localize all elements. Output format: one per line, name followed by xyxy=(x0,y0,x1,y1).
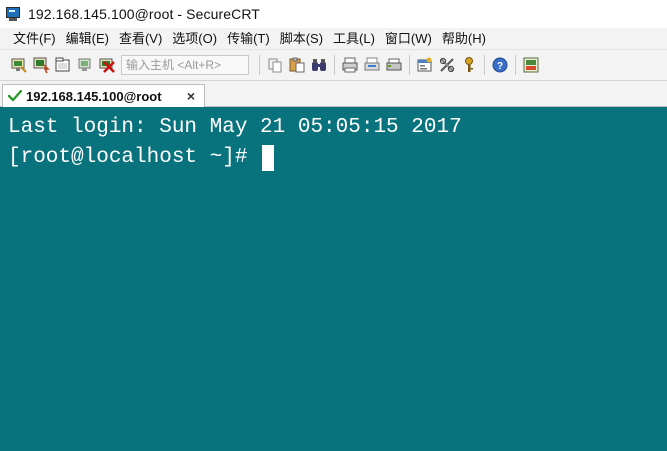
securecrt-app-icon[interactable] xyxy=(6,7,22,21)
quick-connect-icon[interactable] xyxy=(31,55,51,75)
connected-check-icon xyxy=(8,90,22,102)
copy-icon[interactable] xyxy=(265,55,285,75)
print-setup-icon[interactable] xyxy=(384,55,404,75)
toolbar: ? xyxy=(0,50,667,81)
title-bar[interactable]: 192.168.145.100@root - SecureCRT xyxy=(0,0,667,28)
print-selection-icon[interactable] xyxy=(362,55,382,75)
toolbar-separator xyxy=(515,55,516,75)
menu-tools[interactable]: 工具(L) xyxy=(328,28,380,50)
session-tab-strip: 192.168.145.100@root × xyxy=(0,81,667,107)
terminal-line-last-login: Last login: Sun May 21 05:05:15 2017 xyxy=(8,113,667,143)
menu-view[interactable]: 查看(V) xyxy=(114,28,167,50)
menu-help[interactable]: 帮助(H) xyxy=(437,28,491,50)
menu-options[interactable]: 选项(O) xyxy=(167,28,222,50)
terminal-line-prompt: [root@localhost ~]# xyxy=(8,143,667,173)
menu-bar: 文件(F) 编辑(E) 查看(V) 选项(O) 传输(T) 脚本(S) 工具(L… xyxy=(0,28,667,50)
svg-text:?: ? xyxy=(497,61,503,72)
quick-connect-input[interactable] xyxy=(121,55,249,75)
shell-prompt: [root@localhost ~]# xyxy=(8,146,261,169)
terminal-cursor xyxy=(262,145,275,171)
tab-close-button[interactable]: × xyxy=(185,89,197,103)
toolbar-separator xyxy=(334,55,335,75)
toolbar-separator xyxy=(259,55,260,75)
reconnect-icon[interactable] xyxy=(75,55,95,75)
window-title: 192.168.145.100@root - SecureCRT xyxy=(28,6,260,22)
last-login-text: Last login: Sun May 21 05:05:15 2017 xyxy=(8,116,462,139)
session-tab[interactable]: 192.168.145.100@root × xyxy=(2,84,205,107)
paste-icon[interactable] xyxy=(287,55,307,75)
help-icon[interactable]: ? xyxy=(490,55,510,75)
toolbar-separator xyxy=(484,55,485,75)
session-tab-label: 192.168.145.100@root xyxy=(26,88,162,104)
find-icon[interactable] xyxy=(309,55,329,75)
sftp-icon[interactable] xyxy=(521,55,541,75)
menu-transfer[interactable]: 传输(T) xyxy=(222,28,275,50)
global-options-icon[interactable] xyxy=(437,55,457,75)
session-options-icon[interactable] xyxy=(415,55,435,75)
connect-in-tab-icon[interactable] xyxy=(53,55,73,75)
menu-edit[interactable]: 编辑(E) xyxy=(61,28,114,50)
disconnect-icon[interactable] xyxy=(97,55,117,75)
menu-script[interactable]: 脚本(S) xyxy=(275,28,328,50)
connect-icon[interactable] xyxy=(9,55,29,75)
toolbar-separator xyxy=(409,55,410,75)
terminal-view[interactable]: Last login: Sun May 21 05:05:15 2017 [ro… xyxy=(0,107,667,451)
menu-file[interactable]: 文件(F) xyxy=(8,28,61,50)
keymap-icon[interactable] xyxy=(459,55,479,75)
print-icon[interactable] xyxy=(340,55,360,75)
menu-window[interactable]: 窗口(W) xyxy=(380,28,437,50)
